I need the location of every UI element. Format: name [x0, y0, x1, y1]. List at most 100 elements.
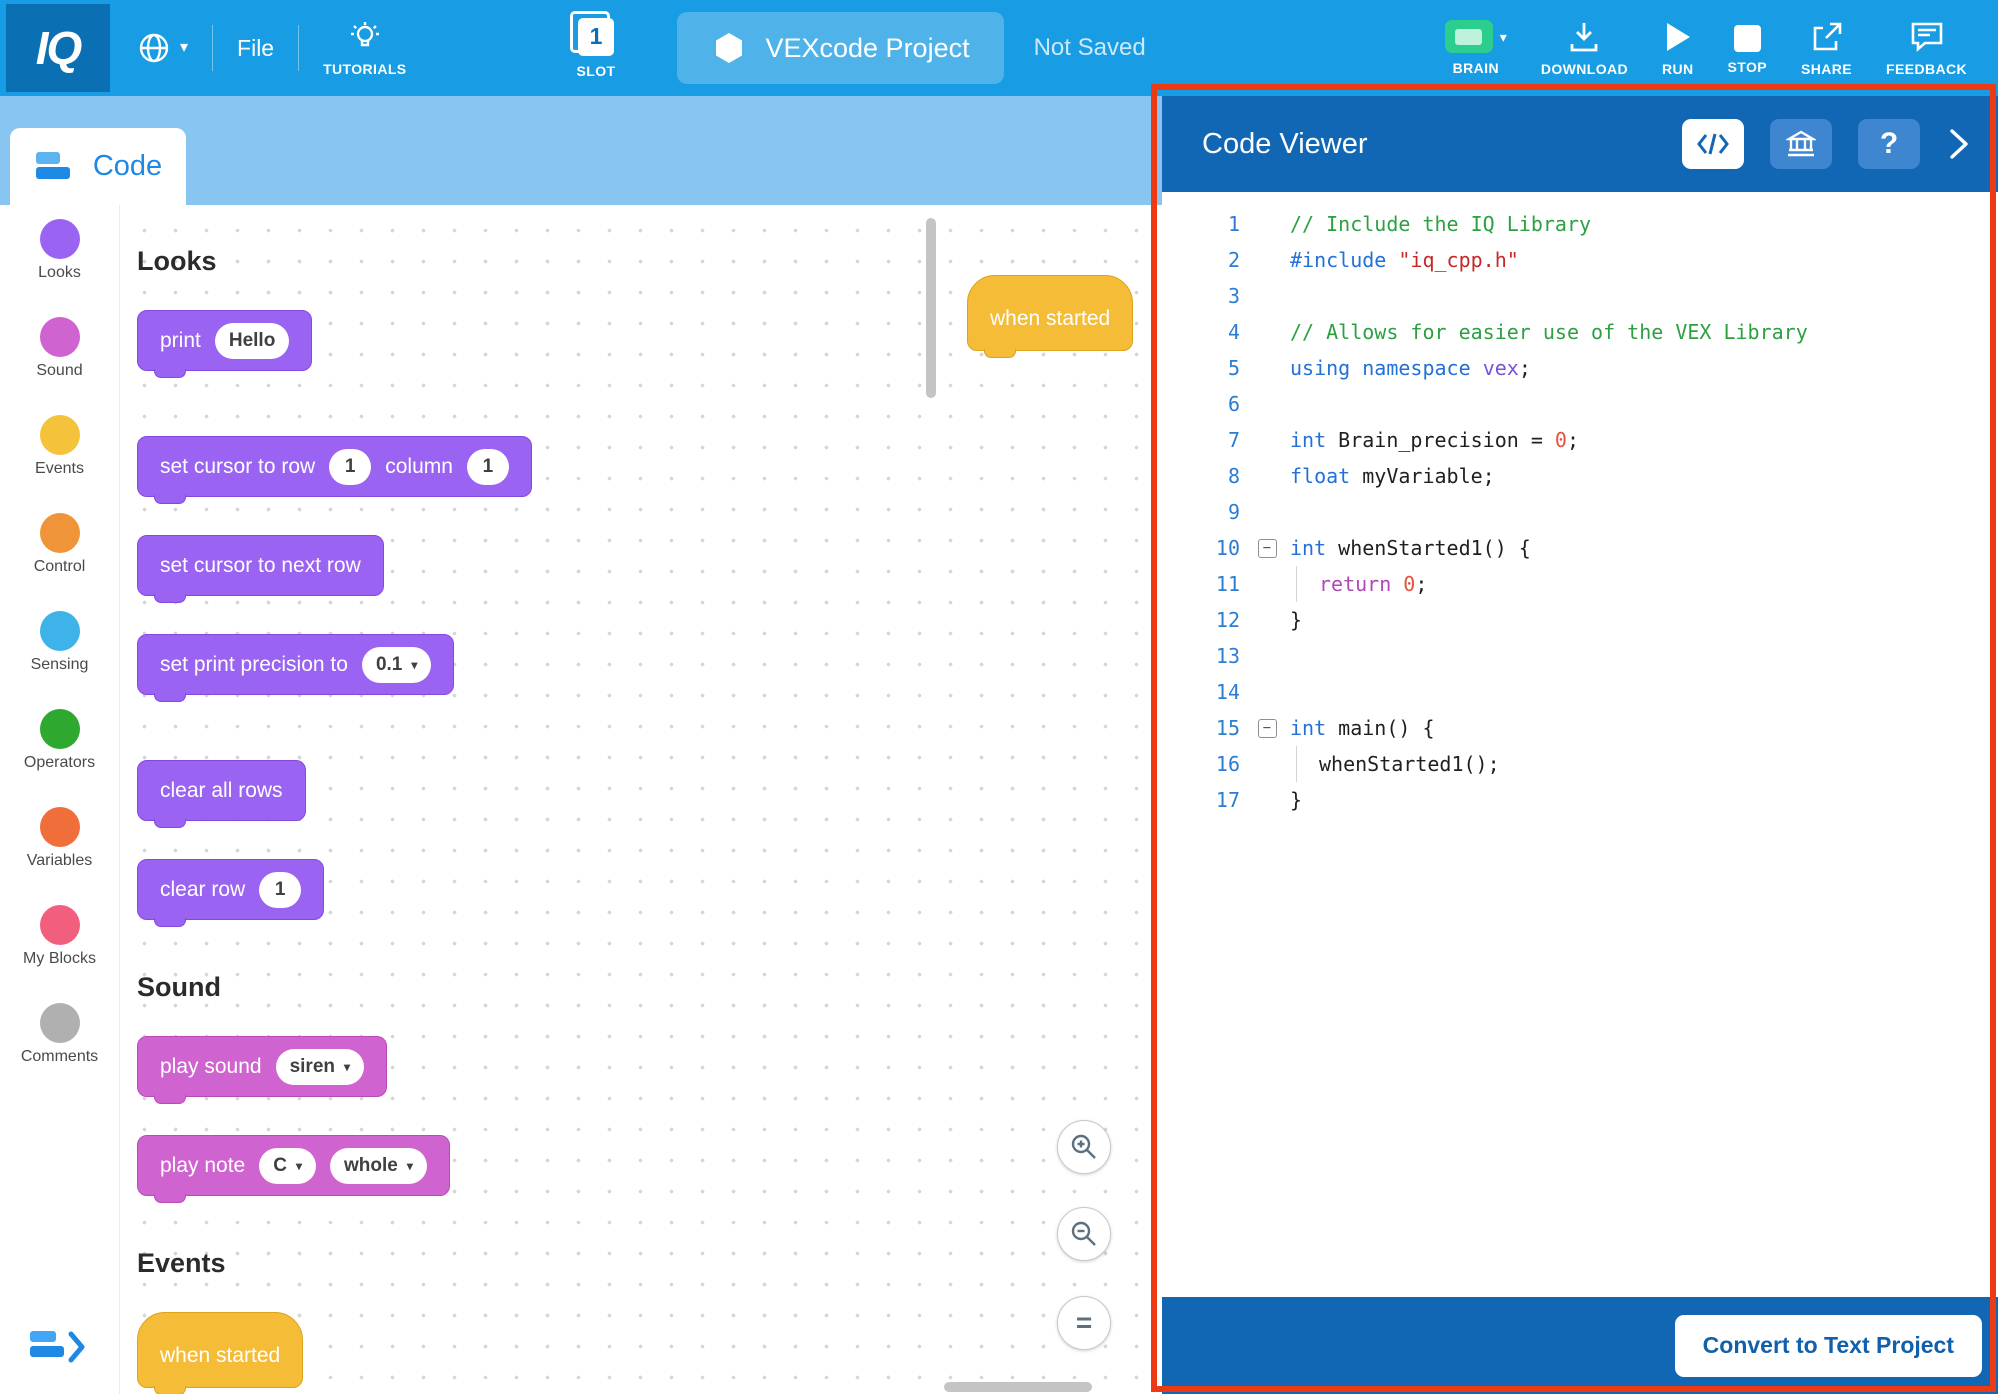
block-dropdown[interactable]: whole▾ — [330, 1148, 427, 1184]
code-text: int whenStarted1() { — [1290, 536, 1531, 560]
code-text: int Brain_precision = 0; — [1290, 428, 1579, 452]
feedback-icon — [1909, 20, 1945, 54]
tutorials-button[interactable]: TUTORIALS — [323, 20, 406, 77]
horizontal-scrollbar[interactable] — [944, 1382, 1092, 1392]
language-menu-button[interactable]: ▾ — [136, 30, 188, 66]
category-color-dot — [40, 1003, 80, 1043]
code-line: 13 — [1162, 638, 1998, 674]
help-button[interactable]: ? — [1858, 119, 1920, 169]
download-icon — [1567, 20, 1601, 54]
project-name: VEXcode Project — [765, 33, 969, 64]
block-input[interactable]: 1 — [259, 872, 301, 908]
code-text: } — [1290, 788, 1302, 812]
category-events[interactable]: Events — [0, 401, 119, 499]
collapse-palette-button[interactable] — [28, 1321, 86, 1378]
zoom-out-button[interactable] — [1057, 1207, 1111, 1261]
stop-button[interactable]: STOP — [1728, 21, 1767, 75]
code-text: // Include the IQ Library — [1290, 212, 1591, 236]
convert-to-text-button[interactable]: Convert to Text Project — [1675, 1315, 1982, 1377]
tab-code[interactable]: Code — [10, 128, 186, 205]
chevron-down-icon: ▾ — [1500, 30, 1507, 44]
code-text: return 0; — [1290, 566, 1427, 602]
slot-button[interactable]: 1 SLOT — [577, 18, 616, 79]
share-button[interactable]: SHARE — [1801, 20, 1852, 77]
toolbar-divider — [212, 25, 213, 71]
category-looks[interactable]: Looks — [0, 205, 119, 303]
zoom-in-button[interactable] — [1057, 1120, 1111, 1174]
category-color-dot — [40, 807, 80, 847]
brain-label: BRAIN — [1453, 60, 1499, 76]
block-input[interactable]: Hello — [215, 323, 289, 359]
library-button[interactable] — [1770, 119, 1832, 169]
line-number: 17 — [1162, 788, 1244, 812]
block-dropdown[interactable]: C▾ — [259, 1148, 316, 1184]
block-play-note[interactable]: play noteC▾whole▾ — [137, 1135, 450, 1196]
zoom-reset-button[interactable]: = — [1057, 1296, 1111, 1350]
dropdown-value: C — [273, 1155, 287, 1177]
block-clear-row[interactable]: clear row1 — [137, 859, 324, 920]
share-icon — [1810, 20, 1844, 54]
code-line: 8float myVariable; — [1162, 458, 1998, 494]
file-menu-button[interactable]: File — [237, 35, 274, 62]
category-color-dot — [40, 611, 80, 651]
brain-button[interactable]: ▾ BRAIN — [1445, 20, 1507, 76]
category-comments[interactable]: Comments — [0, 989, 119, 1087]
share-label: SHARE — [1801, 61, 1852, 77]
block-palette: LooksprintHelloset cursor to row1column1… — [137, 246, 532, 1394]
category-sound[interactable]: Sound — [0, 303, 119, 401]
block-clear-all-rows[interactable]: clear all rows — [137, 760, 306, 821]
block-play-sound[interactable]: play soundsiren▾ — [137, 1036, 387, 1097]
code-format-button[interactable] — [1682, 119, 1744, 169]
fold-toggle[interactable]: − — [1258, 719, 1277, 738]
line-number: 5 — [1162, 356, 1244, 380]
line-number: 7 — [1162, 428, 1244, 452]
block-when-started[interactable]: when started — [967, 275, 1133, 351]
block-label: print — [160, 329, 201, 353]
line-number: 13 — [1162, 644, 1244, 668]
category-label: Control — [34, 558, 86, 576]
block-set-print-precision-to[interactable]: set print precision to0.1▾ — [137, 634, 454, 695]
project-name-button[interactable]: VEXcode Project — [677, 12, 1003, 84]
category-operators[interactable]: Operators — [0, 695, 119, 793]
category-color-dot — [40, 415, 80, 455]
category-label: My Blocks — [23, 950, 96, 968]
collapse-panel-chevron[interactable] — [1946, 127, 1972, 161]
zoom-reset-icon: = — [1076, 1307, 1092, 1339]
code-line: 5 using namespace vex; — [1162, 350, 1998, 386]
block-dropdown[interactable]: siren▾ — [276, 1049, 364, 1085]
palette-section-sound: Soundplay soundsiren▾play noteC▾whole▾ — [137, 972, 532, 1196]
line-number: 14 — [1162, 680, 1244, 704]
toolbar-divider — [298, 25, 299, 71]
category-my-blocks[interactable]: My Blocks — [0, 891, 119, 989]
tab-strip: Code — [0, 96, 1162, 205]
code-viewer-footer: Convert to Text Project — [1162, 1297, 1998, 1394]
palette-scrollbar[interactable] — [926, 218, 936, 398]
block-dropdown[interactable]: 0.1▾ — [362, 647, 431, 683]
line-number: 2 — [1162, 248, 1244, 272]
workspace-canvas[interactable]: LooksprintHelloset cursor to row1column1… — [119, 205, 1162, 1394]
download-button[interactable]: DOWNLOAD — [1541, 20, 1628, 77]
block-input[interactable]: 1 — [467, 449, 509, 485]
block-input[interactable]: 1 — [329, 449, 371, 485]
category-control[interactable]: Control — [0, 499, 119, 597]
category-label: Events — [35, 460, 84, 478]
palette-section-events: Eventswhen started — [137, 1248, 532, 1388]
block-set-cursor-to-next-row[interactable]: set cursor to next row — [137, 535, 384, 596]
block-print[interactable]: print Hello — [137, 310, 312, 371]
category-variables[interactable]: Variables — [0, 793, 119, 891]
code-text: using namespace vex; — [1290, 356, 1531, 380]
run-button[interactable]: RUN — [1662, 20, 1694, 77]
code-line: 10−int whenStarted1() { — [1162, 530, 1998, 566]
file-menu-label: File — [237, 35, 274, 62]
category-sensing[interactable]: Sensing — [0, 597, 119, 695]
block-label: column — [385, 455, 453, 479]
line-number: 1 — [1162, 212, 1244, 236]
code-text: whenStarted1(); — [1290, 746, 1500, 782]
chevron-down-icon: ▾ — [180, 40, 188, 56]
block-set-cursor-to-row[interactable]: set cursor to row1column1 — [137, 436, 532, 497]
vex-iq-logo[interactable]: IQ — [6, 4, 110, 92]
block-when-started[interactable]: when started — [137, 1312, 303, 1388]
fold-toggle[interactable]: − — [1258, 539, 1277, 558]
feedback-button[interactable]: FEEDBACK — [1886, 20, 1967, 77]
code-viewer-header: Code Viewer ? — [1162, 96, 1998, 192]
